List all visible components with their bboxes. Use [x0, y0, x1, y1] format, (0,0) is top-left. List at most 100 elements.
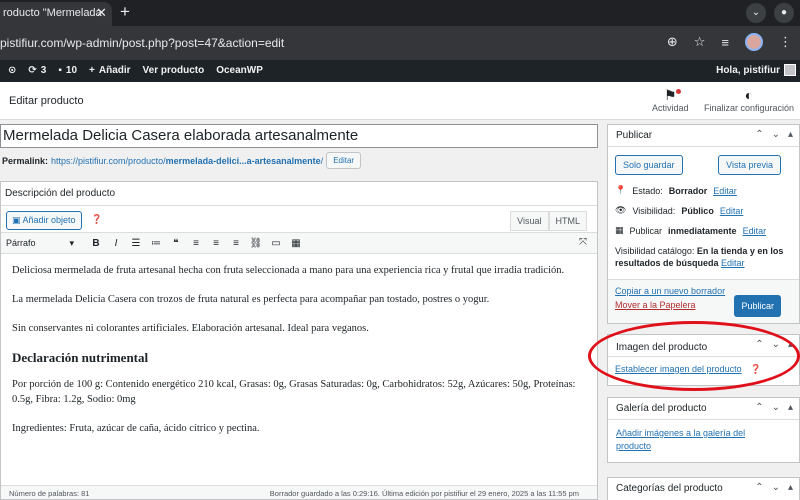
- updates-count: 3: [40, 65, 47, 76]
- help-icon[interactable]: ❓: [91, 214, 102, 225]
- zoom-icon[interactable]: ⊕: [667, 34, 678, 50]
- add-media-button[interactable]: ▣ Añadir objeto: [6, 211, 82, 230]
- nutrition-heading: Declaración nutrimental: [12, 350, 149, 365]
- edit-visibility-link[interactable]: Editar: [720, 206, 744, 216]
- media-icon: ▣: [12, 215, 23, 225]
- paragraph: Sin conservantes ni colorantes artificia…: [12, 323, 369, 334]
- finish-setup-button[interactable]: ◐ Finalizar configuración: [704, 87, 794, 113]
- gallery-header[interactable]: Galería del producto ⌃ ⌄ ▴: [608, 398, 799, 420]
- tab-html[interactable]: HTML: [548, 211, 587, 231]
- set-product-image-link[interactable]: Establecer imagen del producto: [615, 364, 742, 374]
- read-more-icon[interactable]: ▭: [266, 238, 286, 249]
- pin-icon: 📍: [615, 185, 627, 195]
- status-value: Borrador: [668, 185, 708, 196]
- move-up-icon[interactable]: ⌃: [755, 339, 763, 350]
- categories-box: Categorías del producto ⌃ ⌄ ▴: [607, 477, 800, 500]
- copy-draft-link[interactable]: Copiar a un nuevo borrador: [615, 286, 725, 296]
- address-bar: pistifiur.com/wp-admin/post.php?post=47&…: [0, 26, 800, 60]
- permalink-label: Permalink:: [2, 155, 49, 166]
- publish-button[interactable]: Publicar: [734, 295, 781, 317]
- align-left-icon[interactable]: ≡: [186, 238, 206, 249]
- browser-menu-icon[interactable]: ⋮: [779, 34, 792, 50]
- categories-title: Categorías del producto: [616, 483, 723, 494]
- bold-icon[interactable]: B: [86, 238, 106, 249]
- edit-status-link[interactable]: Editar: [713, 186, 737, 196]
- theme-link[interactable]: OceanWP: [216, 65, 263, 76]
- edit-permalink-button[interactable]: Editar: [326, 152, 362, 169]
- new-tab-icon[interactable]: +: [120, 2, 130, 22]
- move-down-icon[interactable]: ⌄: [772, 402, 780, 413]
- help-icon[interactable]: ❓: [750, 364, 761, 374]
- activity-label: Actividad: [652, 103, 689, 113]
- collapse-icon[interactable]: ▴: [788, 482, 793, 493]
- toolbar-toggle-icon[interactable]: ▦: [286, 238, 306, 249]
- categories-header[interactable]: Categorías del producto ⌃ ⌄ ▴: [608, 478, 799, 500]
- product-image-header[interactable]: Imagen del producto ⌃ ⌄ ▴: [608, 335, 799, 357]
- catalog-visibility: Visibilidad catálogo: En la tienda y en …: [615, 245, 792, 269]
- tab-search-icon[interactable]: ⌄: [746, 3, 766, 23]
- activity-button[interactable]: ⚑ Actividad: [652, 87, 689, 113]
- updates-icon: ⟳: [28, 65, 37, 76]
- trash-link[interactable]: Mover a la Papelera: [615, 300, 696, 310]
- notification-dot: [676, 89, 681, 94]
- gallery-box: Galería del producto ⌃ ⌄ ▴ Añadir imágenes…: [607, 397, 800, 463]
- add-gallery-images-link[interactable]: Añadir imágenes a la galería del producto: [616, 428, 745, 451]
- add-gallery-line-2: producto: [616, 441, 652, 451]
- move-up-icon[interactable]: ⌃: [755, 129, 763, 140]
- nutrition-paragraph: Por porción de 100 g: Contenido energéti…: [12, 379, 576, 405]
- ingredients-paragraph: Ingredientes: Fruta, azúcar de caña, áci…: [12, 423, 260, 434]
- edit-schedule-link[interactable]: Editar: [743, 226, 767, 236]
- media-queue-icon[interactable]: ≡: [721, 35, 729, 50]
- collapse-icon[interactable]: ▴: [788, 339, 793, 350]
- move-up-icon[interactable]: ⌃: [755, 402, 763, 413]
- avatar[interactable]: [784, 64, 796, 76]
- view-product-link[interactable]: Ver producto: [143, 65, 205, 76]
- move-down-icon[interactable]: ⌄: [772, 482, 780, 493]
- permalink-end: /: [320, 155, 324, 166]
- account-icon[interactable]: ●: [774, 3, 794, 23]
- add-new-link[interactable]: + Añadir: [89, 65, 131, 76]
- align-center-icon[interactable]: ≡: [206, 238, 226, 249]
- greeting[interactable]: Hola, pistifiur: [716, 65, 780, 76]
- save-draft-button[interactable]: Solo guardar: [615, 155, 683, 175]
- word-count: Número de palabras: 81: [9, 489, 90, 498]
- page-title: Editar producto: [9, 95, 84, 107]
- numbered-list-icon[interactable]: ≔: [146, 238, 166, 249]
- profile-avatar-icon[interactable]: [745, 33, 763, 51]
- page-header: Editar producto ⚑ Actividad ◐ Finalizar …: [0, 82, 800, 120]
- close-tab-icon[interactable]: ✕: [96, 5, 107, 21]
- publish-header[interactable]: Publicar ⌃ ⌄ ▴: [608, 125, 799, 147]
- browser-tab[interactable]: roducto "Mermelada ✕: [0, 2, 112, 26]
- tab-title: roducto "Mermelada: [3, 7, 102, 19]
- publish-value: inmediatamente: [668, 225, 737, 236]
- permalink: Permalink: https://pistifiur.com/product…: [2, 152, 362, 169]
- link-icon[interactable]: ⛓: [246, 238, 266, 249]
- fullscreen-icon[interactable]: ⤧: [579, 237, 587, 248]
- italic-icon[interactable]: I: [106, 238, 126, 249]
- permalink-link[interactable]: https://pistifiur.com/producto/mermelada…: [51, 156, 323, 166]
- editor-status-bar: Número de palabras: 81 Borrador guardado…: [1, 485, 597, 499]
- align-right-icon[interactable]: ≡: [226, 238, 246, 249]
- move-up-icon[interactable]: ⌃: [755, 482, 763, 493]
- collapse-icon[interactable]: ▴: [788, 129, 793, 140]
- product-image-title: Imagen del producto: [616, 342, 708, 353]
- bookmark-star-icon[interactable]: ☆: [694, 34, 706, 50]
- collapse-icon[interactable]: ▴: [788, 402, 793, 413]
- move-down-icon[interactable]: ⌄: [772, 339, 780, 350]
- format-select[interactable]: Párrafo ▾: [6, 238, 74, 249]
- tab-visual[interactable]: Visual: [510, 211, 549, 231]
- blockquote-icon[interactable]: ❝: [166, 238, 186, 249]
- move-down-icon[interactable]: ⌄: [772, 129, 780, 140]
- permalink-base: https://pistifiur.com/producto/: [51, 155, 166, 166]
- url-field[interactable]: pistifiur.com/wp-admin/post.php?post=47&…: [0, 36, 284, 50]
- post-title-input[interactable]: Mermelada Delicia Casera elaborada artes…: [0, 124, 598, 148]
- preview-button[interactable]: Vista previa: [718, 155, 781, 175]
- wp-logo-icon[interactable]: ⊙: [8, 65, 16, 76]
- bullet-list-icon[interactable]: ☰: [126, 238, 146, 249]
- paragraph: Deliciosa mermelada de fruta artesanal h…: [12, 265, 565, 276]
- updates-link[interactable]: ⟳ 3: [28, 65, 46, 76]
- comments-link[interactable]: ▪ 10: [58, 65, 77, 76]
- editor-toolbar: Párrafo ▾ B I ☰ ≔ ❝ ≡ ≡ ≡ ⛓ ▭ ▦ ⤧: [1, 232, 597, 254]
- editor-content[interactable]: Deliciosa mermelada de fruta artesanal h…: [1, 254, 597, 459]
- edit-catalog-link[interactable]: Editar: [721, 258, 745, 268]
